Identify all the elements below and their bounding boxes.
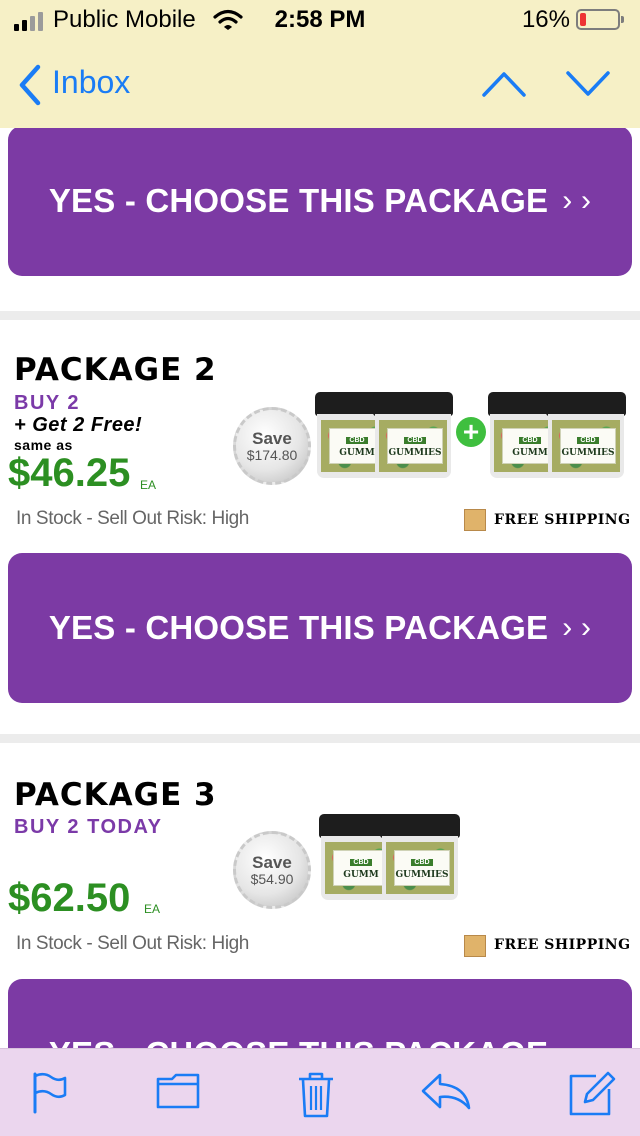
package-buy-line: BUY 2 <box>14 392 81 414</box>
choose-package-1-button[interactable]: YES - CHOOSE THIS PACKAGE › › <box>8 128 632 276</box>
box-icon <box>464 935 486 957</box>
double-chevron-right-icon: › › <box>562 184 592 217</box>
save-label: Save <box>252 852 292 872</box>
gummies-jar: CBD GUMMIES <box>380 814 460 900</box>
free-shipping-label: FREE SHIPPING <box>494 937 631 953</box>
package-free-line: + Get 2 Free! <box>14 414 143 436</box>
stock-status: In Stock - Sell Out Risk: High <box>16 933 249 954</box>
section-divider <box>0 311 640 320</box>
trash-icon[interactable] <box>296 1071 336 1119</box>
stock-status: In Stock - Sell Out Risk: High <box>16 508 249 529</box>
save-badge: Save $174.80 <box>233 407 311 485</box>
save-badge: Save $54.90 <box>233 831 311 909</box>
plus-icon: + <box>456 417 486 447</box>
chevron-left-icon[interactable] <box>16 64 44 106</box>
chevron-up-icon[interactable] <box>481 69 527 99</box>
save-label: Save <box>252 428 292 448</box>
battery-level-fill <box>580 13 586 26</box>
save-amount: $54.90 <box>250 870 294 887</box>
cta-label: YES - CHOOSE THIS PACKAGE <box>48 609 549 646</box>
choose-package-3-button[interactable]: YES - CHOOSE THIS PACKAGE › › <box>8 979 632 1048</box>
gummies-jar: CBD GUMMIES <box>546 392 626 478</box>
cta-label: YES - CHOOSE THIS PACKAGE <box>48 182 549 219</box>
double-chevron-right-icon: › › <box>562 1037 591 1048</box>
package-title: PACKAGE 3 <box>14 777 217 813</box>
back-to-inbox-button[interactable]: Inbox <box>52 64 130 101</box>
package-price: $46.25 <box>8 451 131 495</box>
section-divider <box>0 734 640 743</box>
battery-icon <box>576 9 624 30</box>
reply-icon[interactable] <box>420 1071 472 1111</box>
package-price-unit: EA <box>140 478 157 492</box>
package-price: $62.50 <box>8 876 131 920</box>
choose-package-2-button[interactable]: YES - CHOOSE THIS PACKAGE › › <box>8 553 632 703</box>
package-buy-line: BUY 2 TODAY <box>14 816 163 838</box>
package-title: PACKAGE 2 <box>14 352 217 388</box>
cta-label: YES - CHOOSE THIS PACKAGE <box>49 1035 548 1048</box>
chevron-down-icon[interactable] <box>565 69 611 99</box>
free-shipping-label: FREE SHIPPING <box>494 512 631 528</box>
save-amount: $174.80 <box>246 446 298 463</box>
package-price-unit: EA <box>144 902 161 916</box>
box-icon <box>464 509 486 531</box>
status-bar: Public Mobile 2:58 PM 16% <box>0 0 640 42</box>
mail-toolbar <box>0 1048 640 1136</box>
mail-nav-bar: Inbox <box>0 42 640 128</box>
gummies-jar: CBD GUMMIES <box>373 392 453 478</box>
double-chevron-right-icon: › › <box>562 611 592 644</box>
folder-icon[interactable] <box>155 1071 201 1111</box>
battery-percent: 16% <box>521 6 570 33</box>
email-body[interactable]: YES - CHOOSE THIS PACKAGE › › PACKAGE 2 … <box>0 128 640 1048</box>
flag-icon[interactable] <box>30 1071 70 1115</box>
compose-icon[interactable] <box>568 1071 618 1117</box>
